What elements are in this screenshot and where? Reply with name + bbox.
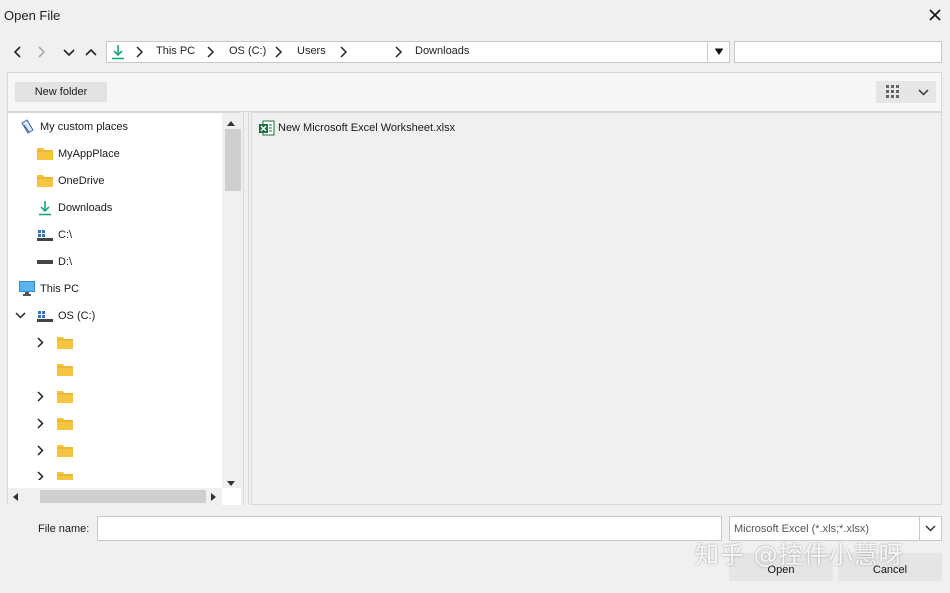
tree-item-os-c[interactable]: OS (C:) [8,302,222,329]
tree-item-label: OS (C:) [58,309,96,322]
tree-item-myappplace[interactable]: MyAppPlace [8,140,222,167]
tree-item-label: Downloads [58,201,113,214]
tree-item-folder[interactable] [8,383,222,410]
tree-item-folder[interactable] [8,464,222,480]
tree-item-label: OneDrive [58,174,105,187]
file-name-field[interactable] [97,516,722,541]
window-title: Open File [4,8,61,23]
file-item[interactable]: New Microsoft Excel Worksheet.xlsx [258,119,455,137]
tree-item-this-pc[interactable]: This PC [8,275,222,302]
monitor-icon [18,281,36,297]
tree-item-d-drive[interactable]: D:\ [8,248,222,275]
folder-icon [56,389,74,405]
address-bar[interactable]: This PC OS (C:) Users Downloads [106,41,730,63]
drive-icon [36,254,54,270]
download-arrow-icon [36,200,54,216]
grid-view-icon [876,85,910,99]
scroll-right-icon[interactable] [211,492,216,504]
horizontal-scrollbar[interactable] [8,488,222,505]
file-list[interactable]: New Microsoft Excel Worksheet.xlsx [251,112,942,505]
up-arrow-icon[interactable] [82,42,100,62]
chevron-right-icon[interactable] [33,417,47,431]
chevron-right-icon[interactable] [33,336,47,350]
breadcrumb-downloads[interactable]: Downloads [415,45,469,57]
new-folder-button[interactable]: New folder [15,82,107,102]
tree-item-custom-places[interactable]: My custom places [8,113,222,140]
chevron-down-icon [910,88,936,96]
chevron-right-icon [394,46,403,61]
chevron-right-icon [339,46,348,61]
tree-item-label: MyAppPlace [58,147,120,160]
tree-item-label: D:\ [58,255,73,268]
folder-icon [36,173,54,189]
file-name-input[interactable] [98,517,721,540]
tree-item-label: This PC [40,282,80,295]
tree-item-folder[interactable] [8,356,222,383]
drive-icon [36,227,54,243]
close-icon[interactable] [924,4,946,26]
file-name: New Microsoft Excel Worksheet.xlsx [278,122,456,134]
tree-item-label: My custom places [40,120,129,133]
view-options-button[interactable] [876,81,936,103]
forward-arrow-icon[interactable] [32,42,50,62]
drive-icon [36,308,54,324]
chevron-down-icon[interactable] [13,309,27,323]
folder-icon [56,416,74,432]
breadcrumb-this-pc[interactable]: This PC [156,45,195,57]
horizontal-scroll-thumb[interactable] [40,490,206,503]
back-arrow-icon[interactable] [9,42,27,62]
address-dropdown-icon[interactable] [707,42,729,62]
chevron-right-icon[interactable] [33,469,47,480]
scrollbar-corner [222,488,241,505]
chevron-right-icon[interactable] [33,390,47,404]
scroll-left-icon[interactable] [13,492,18,504]
breadcrumb-users[interactable]: Users [297,45,326,57]
folder-icon [56,443,74,459]
title-bar: Open File [0,0,950,32]
tree-item-folder[interactable] [8,329,222,356]
tree-list: My custom places MyAppPlace OneDrive Dow… [8,113,222,480]
tree-item-c-drive[interactable]: C:\ [8,221,222,248]
chevron-down-icon[interactable] [919,517,941,540]
tree-item-folder[interactable] [8,410,222,437]
tree-item-folder[interactable] [8,437,222,464]
file-type-filter-value: Microsoft Excel (*.xls;*.xlsx) [734,523,870,535]
panel-splitter[interactable] [243,112,249,505]
vertical-scroll-thumb[interactable] [225,129,241,191]
chevron-right-icon [206,46,215,61]
folder-icon [56,335,74,351]
tree-item-label: C:\ [58,228,73,241]
folder-icon [56,469,74,480]
chevron-right-icon [135,46,144,61]
custom-places-icon [18,118,36,135]
navigation-tree[interactable]: My custom places MyAppPlace OneDrive Dow… [7,112,241,505]
breadcrumb-os-c[interactable]: OS (C:) [229,45,266,57]
chevron-right-icon [274,46,283,61]
vertical-scrollbar[interactable] [222,113,241,488]
excel-file-icon [258,120,276,136]
tree-item-downloads[interactable]: Downloads [8,194,222,221]
scroll-up-icon[interactable] [227,117,235,129]
toolbar: New folder [7,72,942,112]
chevron-right-icon[interactable] [33,444,47,458]
search-input[interactable] [735,42,941,62]
recent-dropdown-icon[interactable] [60,43,78,63]
search-box[interactable] [734,41,942,63]
watermark-text: 知乎 @控件小慧呀 [695,541,904,569]
folder-icon [56,362,74,378]
file-name-label: File name: [38,523,90,535]
download-arrow-icon [111,44,125,63]
folder-icon [36,146,54,162]
tree-item-onedrive[interactable]: OneDrive [8,167,222,194]
